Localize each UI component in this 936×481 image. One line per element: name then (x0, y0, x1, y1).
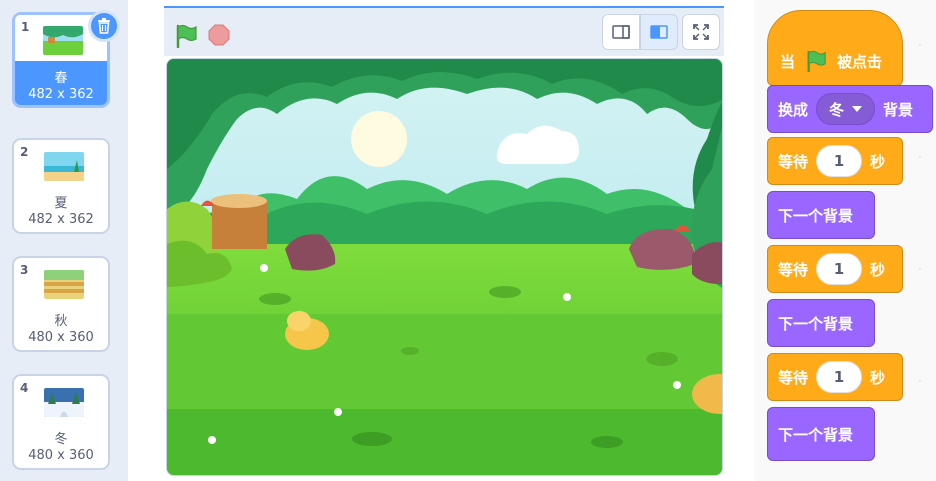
hat-prefix: 当 (780, 52, 796, 71)
backdrop-item-4[interactable]: 4 冬 480 x 360 (12, 374, 110, 470)
wait-label: 等待 (778, 260, 809, 279)
backdrop-name: 秋 (54, 314, 68, 329)
backdrop-name: 冬 (54, 432, 68, 447)
backdrop-list: 1 春 482 x 362 2 夏 482 x 362 3 秋 480 x 36… (0, 0, 128, 481)
wait-unit: 秒 (870, 152, 886, 171)
switch-label: 换成 (778, 100, 809, 119)
fullscreen-icon (693, 24, 709, 40)
next-backdrop-label: 下一个背景 (778, 425, 854, 444)
green-flag-icon (176, 24, 197, 49)
large-stage-icon (650, 25, 668, 39)
wait-unit: 秒 (870, 368, 886, 387)
backdrop-thumbnail (44, 152, 84, 181)
wait-seconds-input[interactable]: 1 (816, 361, 863, 393)
backdrop-thumbnail (44, 270, 84, 299)
backdrop-item-3[interactable]: 3 秋 480 x 360 (12, 256, 110, 352)
backdrop-thumbnail (43, 26, 83, 55)
wait-seconds-input[interactable]: 1 (816, 253, 863, 285)
trash-icon (98, 18, 110, 34)
backdrop-name: 春 (54, 71, 68, 86)
next-backdrop-block[interactable]: 下一个背景 (767, 299, 875, 347)
switch-backdrop-block[interactable]: 换成 冬 背景 (767, 85, 933, 133)
stage-canvas[interactable] (166, 58, 723, 476)
small-stage-icon (612, 25, 630, 39)
next-backdrop-block[interactable]: 下一个背景 (767, 191, 875, 239)
backdrop-dropdown-value: 冬 (829, 100, 845, 119)
wait-label: 等待 (778, 368, 809, 387)
next-backdrop-label: 下一个背景 (778, 206, 854, 225)
dropdown-arrow-icon (852, 106, 863, 112)
wait-unit: 秒 (870, 260, 886, 279)
backdrop-thumbnail (44, 388, 84, 417)
backdrop-name: 夏 (54, 196, 68, 211)
small-stage-button[interactable] (602, 14, 640, 50)
backdrop-size: 482 x 362 (28, 87, 94, 102)
backdrop-number: 2 (20, 145, 29, 159)
backdrop-size: 480 x 360 (28, 448, 94, 463)
wait-block[interactable]: 等待 1 秒 (767, 137, 903, 185)
wait-block[interactable]: 等待 1 秒 (767, 245, 903, 293)
backdrop-number: 4 (20, 381, 29, 395)
backdrop-dropdown[interactable]: 冬 (816, 93, 876, 125)
wait-seconds-input[interactable]: 1 (816, 145, 863, 177)
stop-icon (208, 24, 230, 46)
hat-suffix: 被点击 (837, 52, 883, 71)
wait-label: 等待 (778, 152, 809, 171)
grid-dot: · (918, 38, 922, 52)
next-backdrop-label: 下一个背景 (778, 314, 854, 333)
next-backdrop-block[interactable]: 下一个背景 (767, 407, 875, 461)
green-flag-button[interactable] (174, 24, 198, 52)
grid-dot: · (918, 262, 922, 276)
wait-block[interactable]: 等待 1 秒 (767, 353, 903, 401)
backdrop-item-2[interactable]: 2 夏 482 x 362 (12, 138, 110, 234)
backdrop-number: 1 (21, 20, 30, 34)
stage-header (164, 6, 724, 56)
fullscreen-button[interactable] (682, 14, 720, 50)
backdrop-size: 482 x 362 (28, 212, 94, 227)
stop-button[interactable] (208, 24, 230, 46)
large-stage-button[interactable] (640, 14, 678, 50)
grid-dot: · (918, 374, 922, 388)
spring-backdrop-scene (167, 59, 722, 475)
green-flag-icon (807, 50, 826, 72)
backdrop-number: 3 (20, 263, 29, 277)
delete-backdrop-button[interactable] (88, 10, 120, 42)
grid-dot: · (918, 150, 922, 164)
switch-suffix: 背景 (883, 100, 914, 119)
when-flag-clicked-block[interactable]: 当 被点击 (767, 10, 903, 86)
backdrop-size: 480 x 360 (28, 330, 94, 345)
